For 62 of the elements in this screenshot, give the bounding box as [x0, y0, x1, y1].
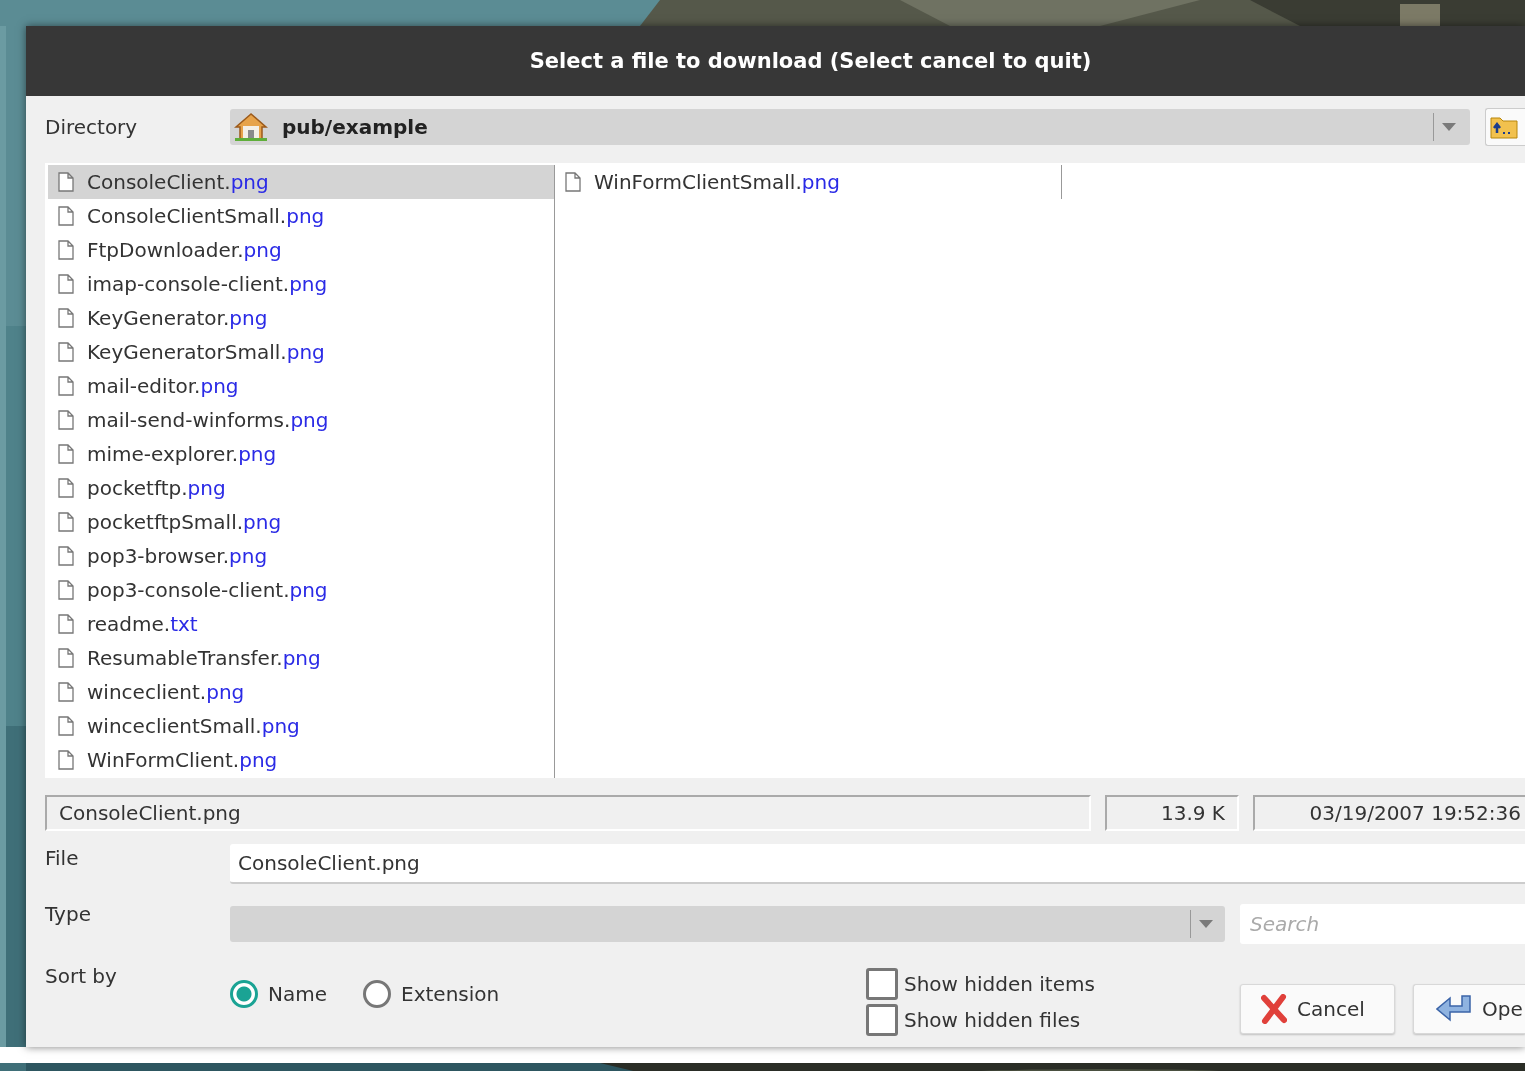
file-item[interactable]: WinFormClient.png [48, 743, 554, 777]
option-checkbox[interactable]: Show hidden files [866, 1002, 1240, 1038]
file-item[interactable]: ResumableTransfer.png [48, 641, 554, 675]
return-arrow-icon [1436, 994, 1472, 1024]
file-item[interactable]: KeyGenerator.png [48, 301, 554, 335]
directory-combo[interactable]: pub/example [230, 109, 1471, 145]
parent-folder-button[interactable] [1485, 108, 1525, 146]
window-title: Select a file to download (Select cancel to quit) [529, 49, 1092, 73]
selected-file-name: ConsoleClient.png [45, 795, 1091, 831]
file-label: File [45, 845, 80, 870]
file-icon [58, 410, 74, 430]
sort-radio[interactable]: Extension [363, 980, 500, 1008]
file-icon [58, 444, 74, 464]
type-label: Type [45, 902, 92, 926]
file-item[interactable]: mail-send-winforms.png [48, 403, 554, 437]
file-item[interactable]: WinFormClientSmall.png [555, 165, 1061, 199]
open-button[interactable]: Ope [1413, 984, 1525, 1034]
sort-label: Sort by [45, 964, 118, 988]
file-item[interactable]: mime-explorer.png [48, 437, 554, 471]
file-item[interactable]: pop3-browser.png [48, 539, 554, 573]
file-name-field[interactable]: ConsoleClient.png [230, 844, 1525, 884]
file-icon [58, 682, 74, 702]
file-item[interactable]: pocketftpSmall.png [48, 505, 554, 539]
file-item[interactable]: ConsoleClientSmall.png [48, 199, 554, 233]
directory-label: Directory [45, 115, 139, 139]
cancel-button[interactable]: Cancel [1240, 984, 1395, 1034]
file-size: 13.9 K [1105, 795, 1239, 831]
file-item[interactable]: readme.txt [48, 607, 554, 641]
file-item[interactable]: winceclientSmall.png [48, 709, 554, 743]
file-icon [58, 580, 74, 600]
dropdown-arrow-icon [1199, 920, 1213, 928]
file-icon [58, 172, 74, 192]
file-icon [58, 614, 74, 634]
file-icon [565, 172, 581, 192]
file-icon [58, 308, 74, 328]
file-date: 03/19/2007 19:52:36 [1253, 795, 1525, 831]
search-field[interactable]: Search [1240, 904, 1525, 944]
file-item[interactable]: pop3-console-client.png [48, 573, 554, 607]
file-icon [58, 750, 74, 770]
file-item[interactable]: winceclient.png [48, 675, 554, 709]
file-item[interactable]: pocketftp.png [48, 471, 554, 505]
file-item[interactable]: ConsoleClient.png [48, 165, 554, 199]
dropdown-arrow-icon [1442, 123, 1457, 131]
file-icon [58, 206, 74, 226]
file-item[interactable]: FtpDownloader.png [48, 233, 554, 267]
folder-up-icon [1490, 115, 1519, 139]
close-icon [1261, 994, 1287, 1024]
file-icon [58, 376, 74, 396]
file-item[interactable]: imap-console-client.png [48, 267, 554, 301]
option-checkbox[interactable]: Show hidden items [866, 966, 1240, 1002]
file-item[interactable]: mail-editor.png [48, 369, 554, 403]
file-item[interactable]: KeyGeneratorSmall.png [48, 335, 554, 369]
file-icon [58, 648, 74, 668]
file-icon [58, 274, 74, 294]
file-icon [58, 512, 74, 532]
file-icon [58, 240, 74, 260]
file-icon [58, 478, 74, 498]
sort-radio[interactable]: Name [230, 980, 327, 1008]
file-icon [58, 546, 74, 566]
house-icon [234, 112, 268, 142]
file-icon [58, 342, 74, 362]
file-icon [58, 716, 74, 736]
